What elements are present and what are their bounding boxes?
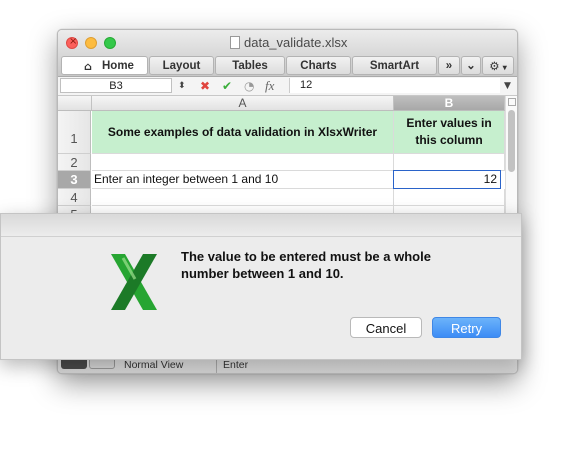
validation-alert-dialog: The value to be entered must be a whole …	[0, 213, 522, 360]
gear-icon: ⚙	[489, 59, 500, 73]
ribbon-collapse-button[interactable]: ⌄	[461, 56, 481, 75]
row-header-1[interactable]: 1	[58, 111, 91, 154]
fx-label[interactable]: fx	[265, 78, 274, 94]
cancel-entry-icon[interactable]: ✖	[200, 78, 210, 94]
home-icon: ⌂	[84, 60, 92, 73]
row-header-3[interactable]: 3	[58, 171, 91, 189]
cell-b1-text: Enter values in this column	[406, 116, 492, 147]
name-box[interactable]: B3	[60, 78, 172, 93]
minimize-window-button[interactable]	[85, 37, 97, 49]
cell-b1[interactable]: Enter values in this column	[394, 111, 505, 154]
cell-b3-active[interactable]: 12	[393, 170, 501, 189]
cell-a3-text: Enter an integer between 1 and 10	[94, 172, 279, 186]
edit-mode-label: Enter	[223, 359, 249, 371]
window-title: data_validate.xlsx	[244, 35, 348, 50]
cell-reference: B3	[109, 80, 123, 92]
tab-smartart[interactable]: SmartArt	[352, 56, 437, 75]
cell-a4[interactable]	[92, 189, 394, 206]
chevron-down-icon: ⌄	[466, 60, 476, 72]
excel-app-icon	[111, 254, 157, 310]
formula-input[interactable]: 12	[289, 78, 500, 93]
status-divider	[216, 358, 217, 373]
ribbon-options-button[interactable]: ⚙ ▾	[482, 56, 514, 75]
title-bar: × data_validate.xlsx	[58, 30, 517, 55]
confirm-entry-icon[interactable]: ✔	[222, 78, 232, 94]
column-header-a[interactable]: A	[92, 96, 394, 111]
tab-home[interactable]: ⌂ Home	[61, 56, 148, 75]
document-icon	[230, 36, 240, 49]
close-window-button[interactable]: ×	[66, 36, 78, 49]
formula-value: 12	[300, 79, 313, 91]
ribbon-tab-bar: ⌂ Home Layout Tables Charts SmartArt » ⌄…	[58, 55, 517, 77]
tab-home-label: Home	[102, 60, 134, 72]
cancel-button[interactable]: Cancel	[350, 317, 422, 338]
cell-a1-text: Some examples of data validation in Xlsx…	[107, 124, 378, 139]
double-chevron-right-icon: »	[445, 60, 453, 72]
column-header-b[interactable]: B	[394, 96, 505, 111]
row-header-4[interactable]: 4	[58, 189, 91, 206]
more-tabs-button[interactable]: »	[438, 56, 460, 75]
cell-b4[interactable]	[394, 189, 505, 206]
cell-b2[interactable]	[394, 154, 505, 171]
name-box-stepper-icon[interactable]: ⬍	[178, 78, 186, 94]
caret-down-icon: ▾	[502, 63, 507, 72]
function-wizard-icon[interactable]: ◔	[244, 78, 254, 94]
tab-layout[interactable]: Layout	[149, 56, 214, 75]
tab-tables[interactable]: Tables	[215, 56, 285, 75]
dialog-top-band	[1, 214, 521, 237]
row-header-2[interactable]: 2	[58, 154, 91, 171]
formula-expand-icon[interactable]: ▼	[504, 78, 511, 94]
retry-button[interactable]: Retry	[432, 317, 501, 338]
zoom-window-button[interactable]	[104, 37, 116, 49]
select-all-corner[interactable]	[58, 96, 92, 111]
cell-a3[interactable]: Enter an integer between 1 and 10	[92, 171, 394, 189]
cell-a2[interactable]	[92, 154, 394, 171]
vertical-scroll-thumb[interactable]	[508, 110, 515, 172]
formula-bar: B3 ⬍ ✖ ✔ ◔ fx 12 ▼	[58, 77, 517, 96]
split-box[interactable]	[508, 98, 516, 106]
cell-a1[interactable]: Some examples of data validation in Xlsx…	[92, 111, 394, 154]
close-icon: ×	[69, 36, 78, 47]
view-mode-label: Normal View	[124, 359, 184, 371]
cell-b3-text: 12	[483, 172, 497, 186]
dialog-message: The value to be entered must be a whole …	[181, 249, 431, 281]
tab-charts[interactable]: Charts	[286, 56, 351, 75]
